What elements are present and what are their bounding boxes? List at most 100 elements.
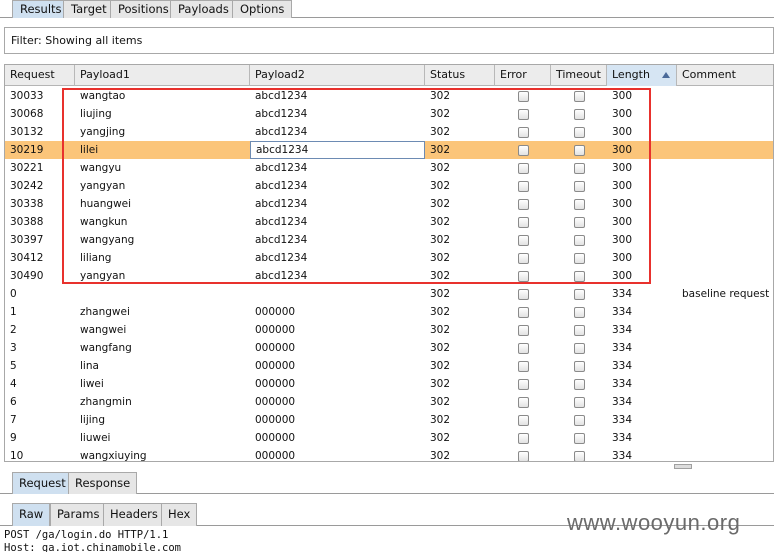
col-payload2[interactable]: Payload2	[250, 65, 425, 86]
timeout-checkbox[interactable]	[574, 361, 585, 372]
payload1-cell: wangfang	[80, 342, 132, 354]
error-checkbox[interactable]	[518, 289, 529, 300]
request-cell: 1	[10, 306, 17, 318]
table-row[interactable]: 4 liwei 000000 302 334	[5, 375, 773, 393]
timeout-checkbox[interactable]	[574, 379, 585, 390]
payload2-cell: 000000	[255, 306, 296, 318]
error-checkbox[interactable]	[518, 433, 529, 444]
error-checkbox[interactable]	[518, 379, 529, 390]
error-checkbox[interactable]	[518, 307, 529, 318]
length-cell: 334	[612, 342, 633, 354]
tab-raw[interactable]: Raw	[12, 503, 51, 526]
length-cell: 334	[612, 432, 633, 444]
timeout-checkbox[interactable]	[574, 433, 585, 444]
payload1-cell: liwei	[80, 378, 104, 390]
table-row[interactable]: 2 wangwei 000000 302 334	[5, 321, 773, 339]
table-row[interactable]: 6 zhangmin 000000 302 334	[5, 393, 773, 411]
col-request[interactable]: Request	[5, 65, 75, 86]
comment-cell	[677, 123, 773, 141]
col-error[interactable]: Error	[495, 65, 551, 86]
col-status[interactable]: Status	[425, 65, 495, 86]
timeout-checkbox[interactable]	[574, 289, 585, 300]
sort-ascending-icon	[662, 72, 670, 78]
length-cell: 334	[612, 414, 633, 426]
payload1-cell: wangxiuying	[80, 450, 147, 462]
request-cell: 9	[10, 432, 17, 444]
comment-cell	[677, 429, 773, 447]
payload1-cell: lijing	[80, 414, 105, 426]
payload2-cell: 000000	[255, 342, 296, 354]
tab-payloads[interactable]: Payloads	[170, 0, 237, 18]
timeout-checkbox[interactable]	[574, 343, 585, 354]
table-row[interactable]: 0 302 baseline request 334	[5, 285, 773, 303]
col-comment[interactable]: Comment	[677, 65, 773, 86]
status-cell: 302	[430, 324, 451, 336]
comment-cell	[677, 249, 773, 267]
table-row[interactable]: 7 lijing 000000 302 334	[5, 411, 773, 429]
timeout-checkbox[interactable]	[574, 397, 585, 408]
error-checkbox[interactable]	[518, 361, 529, 372]
length-cell: 334	[612, 378, 633, 390]
table-row[interactable]: 10 wangxiuying 000000 302 334	[5, 447, 773, 462]
request-cell: 5	[10, 360, 17, 372]
table-row[interactable]: 1 zhangwei 000000 302 334	[5, 303, 773, 321]
request-cell: 4	[10, 378, 17, 390]
length-cell: 334	[612, 306, 633, 318]
col-timeout[interactable]: Timeout	[551, 65, 607, 86]
status-cell: 302	[430, 396, 451, 408]
request-cell: 3	[10, 342, 17, 354]
tab-hex[interactable]: Hex	[161, 503, 198, 526]
table-row[interactable]: 9 liuwei 000000 302 334	[5, 429, 773, 447]
comment-cell	[677, 159, 773, 177]
comment-cell	[677, 87, 773, 105]
col-payload1[interactable]: Payload1	[75, 65, 250, 86]
request-cell: 2	[10, 324, 17, 336]
error-checkbox[interactable]	[518, 325, 529, 336]
raw-line: Host: ga.iot.chinamobile.com	[4, 542, 182, 552]
comment-cell	[677, 393, 773, 411]
status-cell: 302	[430, 378, 451, 390]
tab-options[interactable]: Options	[232, 0, 293, 18]
status-cell: 302	[430, 306, 451, 318]
error-checkbox[interactable]	[518, 397, 529, 408]
status-cell: 302	[430, 360, 451, 372]
highlight-box	[62, 88, 651, 284]
table-row[interactable]: 3 wangfang 000000 302 334	[5, 339, 773, 357]
length-cell: 334	[612, 288, 633, 300]
error-checkbox[interactable]	[518, 415, 529, 426]
table-row[interactable]: 5 lina 000000 302 334	[5, 357, 773, 375]
status-cell: 302	[430, 450, 451, 462]
tab-headers[interactable]: Headers	[103, 503, 165, 526]
tab-request[interactable]: Request	[12, 472, 73, 494]
comment-cell	[677, 231, 773, 249]
payload2-cell	[250, 285, 425, 303]
timeout-checkbox[interactable]	[574, 307, 585, 318]
tab-results[interactable]: Results	[12, 0, 70, 18]
tab-target[interactable]: Target	[63, 0, 115, 18]
status-cell: 302	[430, 414, 451, 426]
payload1-cell: zhangmin	[80, 396, 132, 408]
length-cell: 334	[612, 396, 633, 408]
tab-positions[interactable]: Positions	[110, 0, 177, 18]
payload2-cell: 000000	[255, 432, 296, 444]
filter-bar[interactable]: Filter: Showing all items	[4, 27, 774, 54]
splitter-handle[interactable]	[674, 464, 692, 469]
tab-params[interactable]: Params	[50, 503, 107, 526]
error-checkbox[interactable]	[518, 343, 529, 354]
col-length[interactable]: Length	[607, 65, 677, 86]
request-cell: 6	[10, 396, 17, 408]
status-cell: 302	[430, 342, 451, 354]
timeout-checkbox[interactable]	[574, 451, 585, 461]
length-cell: 334	[612, 450, 633, 462]
watermark: www.wooyun.org	[567, 510, 741, 535]
payload2-cell: 000000	[255, 414, 296, 426]
length-cell: 334	[612, 324, 633, 336]
timeout-checkbox[interactable]	[574, 325, 585, 336]
tab-response[interactable]: Response	[68, 472, 138, 494]
comment-cell	[677, 321, 773, 339]
error-checkbox[interactable]	[518, 451, 529, 461]
comment-cell	[677, 303, 773, 321]
payload1-cell: zhangwei	[80, 306, 130, 318]
timeout-checkbox[interactable]	[574, 415, 585, 426]
payload1-cell: liuwei	[80, 432, 111, 444]
